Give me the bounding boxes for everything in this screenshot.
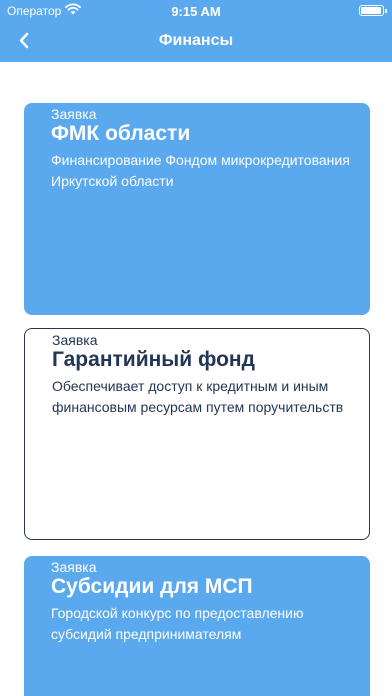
card-title: Субсидии для МСП [51, 575, 253, 598]
battery-icon [359, 5, 387, 16]
card-tag: Заявка [51, 106, 97, 122]
card-description: Городской конкурс по предоставлению субс… [51, 605, 304, 642]
card-guarantee-fund[interactable]: Заявка Гарантийный фонд Обеспечивает дос… [24, 328, 370, 540]
navigation-bar: Финансы [0, 22, 392, 62]
card-description: Финансирование Фондом микрокредитования … [51, 152, 350, 189]
status-bar: Оператор 9:15 AM [0, 0, 392, 22]
page-title: Финансы [158, 32, 234, 49]
card-fmk[interactable]: Заявка ФМК области Финансирование Фондом… [24, 103, 370, 315]
clock: 9:15 AM [171, 4, 221, 19]
card-title: ФМК области [51, 122, 191, 145]
finance-list: Заявка ФМК области Финансирование Фондом… [0, 62, 392, 696]
card-tag: Заявка [51, 559, 97, 575]
card-description: Обеспечивает доступ к кредитным и иным ф… [52, 378, 344, 415]
card-title: Гарантийный фонд [52, 348, 255, 371]
card-subsidies[interactable]: Заявка Субсидии для МСП Городской конкур… [24, 556, 370, 696]
card-tag: Заявка [52, 332, 98, 348]
